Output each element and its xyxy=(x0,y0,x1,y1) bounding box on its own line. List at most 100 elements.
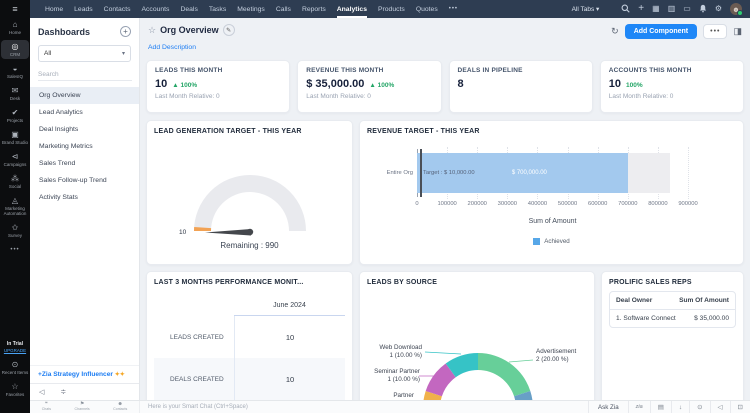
add-dashboard-button[interactable]: + xyxy=(120,26,131,37)
dashboard-list-item[interactable]: Lead Analytics xyxy=(30,104,139,121)
upgrade-link[interactable]: UPGRADE xyxy=(4,348,26,353)
nav-more-icon[interactable]: ••• xyxy=(449,6,458,12)
nav-tab-deals[interactable]: Deals xyxy=(180,0,197,18)
kpi-card-accounts-this-month[interactable]: ACCOUNTS THIS MONTH10100%Last Month Rela… xyxy=(600,60,744,113)
kpi-card-revenue-this-month[interactable]: REVENUE THIS MONTH$ 35,000.00▲ 100%Last … xyxy=(297,60,441,113)
more-options-button[interactable]: ••• xyxy=(703,24,727,39)
kpi-card-leads-this-month[interactable]: LEADS THIS MONTH10▲ 100%Last Month Relat… xyxy=(146,60,290,113)
dashboard-list-item[interactable]: Activity Stats xyxy=(30,189,139,206)
search-icon[interactable] xyxy=(621,4,630,15)
nav-tab-products[interactable]: Products xyxy=(378,0,405,18)
screenshot-icon[interactable]: ⊡ xyxy=(730,401,750,413)
add-component-button[interactable]: Add Component xyxy=(625,24,697,39)
nav-tab-reports[interactable]: Reports xyxy=(302,0,326,18)
recent-items-button[interactable]: ⊙ Recent Items xyxy=(1,358,29,377)
bell-icon[interactable] xyxy=(699,4,707,15)
ask-zia-button[interactable]: Ask Zia xyxy=(588,401,628,413)
sidebar-item-home[interactable]: ⌂Home xyxy=(1,18,29,37)
rail-more-icon[interactable]: ••• xyxy=(10,247,19,253)
revenue-achieved-bar[interactable]: Target : $ 10,000.00 $ 700,000.00 xyxy=(417,153,628,193)
dashboard-list-item[interactable]: Marketing Metrics xyxy=(30,138,139,155)
chat-tab-chats[interactable]: ❝Chats xyxy=(42,402,51,411)
settings-gear-icon[interactable]: ⚙ xyxy=(715,5,722,13)
lead-gauge-chart: 10 0 Target: 1000 xyxy=(155,139,345,239)
prolific-sales-reps-card: PROLIFIC SALES REPS Deal Owner Sum Of Am… xyxy=(601,271,744,400)
zia-strategy-link[interactable]: +Zia Strategy Influencer ✦✦ xyxy=(30,365,139,383)
reps-col-owner: Deal Owner xyxy=(616,297,652,304)
sidebar-item-label: Marketing Automation xyxy=(1,206,29,216)
favorites-button[interactable]: ☆ Favorites xyxy=(1,380,29,399)
gauge-remaining-caption: Remaining : 990 xyxy=(154,241,345,250)
main-content: ☆ Org Overview ✎ Add Description ↻ Add C… xyxy=(140,18,750,400)
nav-tab-meetings[interactable]: Meetings xyxy=(237,0,265,18)
sidebar-item-crm[interactable]: ◎CRM xyxy=(1,40,29,59)
nav-tab-analytics[interactable]: Analytics xyxy=(337,0,367,18)
nav-tab-accounts[interactable]: Accounts xyxy=(142,0,170,18)
nav-tab-tasks[interactable]: Tasks xyxy=(209,0,226,18)
performance-table-header: June 2024 xyxy=(154,290,345,316)
calendar-icon[interactable]: ▦ xyxy=(652,5,660,13)
dashboard-filter-dropdown[interactable]: All ▾ xyxy=(38,45,131,62)
kpi-card-deals-in-pipeline[interactable]: DEALS IN PIPELINE8 xyxy=(449,60,593,113)
dashboard-filter-value: All xyxy=(44,50,51,57)
projects-icon: ✔ xyxy=(12,108,19,117)
sidebar-item-survey[interactable]: ✩Survey xyxy=(1,221,29,240)
sidebar-item-desk[interactable]: ✉Desk xyxy=(1,84,29,103)
topnav-right: All Tabs ▾ + ▦ ▥ ▭ ⚙ ☻ xyxy=(572,3,742,15)
sliders-icon[interactable]: ≑ xyxy=(60,388,66,396)
performance-table: June 2024 LEADS CREATED10DEALS CREATED10 xyxy=(154,290,345,400)
nav-tab-home[interactable]: Home xyxy=(45,0,63,18)
dashboard-header-actions: ↻ Add Component ••• ◨ xyxy=(611,24,742,39)
sidebar-item-salesiq[interactable]: ◒SalesIQ xyxy=(1,62,29,81)
nav-tab-calls[interactable]: Calls xyxy=(276,0,291,18)
refresh-icon[interactable]: ↻ xyxy=(611,26,619,37)
smart-chat-input[interactable]: Here is your Smart Chat (Ctrl+Space) xyxy=(140,404,588,410)
chat-bar-actions: Ask Zia zia ▤ ↓ ⊙ ◁ ⊡ xyxy=(588,401,750,413)
dashboard-list-item[interactable]: Sales Trend xyxy=(30,155,139,172)
reps-table-row[interactable]: 1. Software Connect$ 35,000.00 xyxy=(610,310,735,327)
charts-row-1: LEAD GENERATION TARGET - THIS YEAR 10 0 … xyxy=(146,120,744,265)
download-icon[interactable]: ↓ xyxy=(671,401,689,413)
nav-tab-leads[interactable]: Leads xyxy=(74,0,93,18)
sidebar-item-brand-studio[interactable]: ▣Brand Studio xyxy=(1,128,29,147)
gridline xyxy=(688,147,689,199)
sidebar-item-label: Home xyxy=(9,30,21,35)
announcement-icon[interactable]: ◁ xyxy=(39,388,44,396)
reps-col-amount: Sum Of Amount xyxy=(679,297,729,304)
revenue-legend: Achieved xyxy=(367,238,736,245)
pie-slice-advertisement[interactable] xyxy=(478,353,530,396)
favorite-star-icon[interactable]: ☆ xyxy=(148,25,156,36)
gauge-chart-title: LEAD GENERATION TARGET - THIS YEAR xyxy=(154,128,345,135)
dashboard-search-input[interactable] xyxy=(38,71,132,81)
edit-pencil-icon[interactable]: ✎ xyxy=(223,24,235,36)
nav-tab-contacts[interactable]: Contacts xyxy=(104,0,131,18)
monitor-icon[interactable]: ▭ xyxy=(683,5,691,13)
performance-chart-title: LAST 3 MONTHS PERFORMANCE MONIT... xyxy=(154,279,345,286)
sidebar-item-marketing-automation[interactable]: ◬Marketing Automation xyxy=(1,194,29,218)
notes-icon[interactable]: ▤ xyxy=(650,401,671,413)
dashboard-list-item[interactable]: Org Overview xyxy=(30,87,139,104)
avatar[interactable]: ☻ xyxy=(730,3,742,15)
dashboard-list-item[interactable]: Sales Follow-up Trend xyxy=(30,172,139,189)
all-tabs-dropdown[interactable]: All Tabs ▾ xyxy=(572,5,600,13)
hamburger-menu-icon[interactable]: ≡ xyxy=(12,4,17,14)
reminder-icon[interactable]: ⊙ xyxy=(689,401,709,413)
dashboard-list-item[interactable]: Deal Insights xyxy=(30,121,139,138)
sidebar-item-projects[interactable]: ✔Projects xyxy=(1,106,29,125)
nav-tab-quotes[interactable]: Quotes xyxy=(416,0,438,18)
sidebar-item-social[interactable]: ⁂Social xyxy=(1,172,29,191)
x-axis-tick: 900000 xyxy=(678,201,697,207)
chat-tab-contacts[interactable]: ☻Contacts xyxy=(113,402,127,411)
pie-leader-line xyxy=(425,352,461,354)
pie-label-web-download: Web Download1 (10.00 %) xyxy=(364,344,422,359)
sidebar-item-label: Survey xyxy=(8,233,22,238)
sidebar-item-campaigns[interactable]: ⊲Campaigns xyxy=(1,150,29,169)
add-description-link[interactable]: Add Description xyxy=(148,44,196,51)
kanban-icon[interactable]: ▥ xyxy=(668,5,676,13)
performance-monitor-card: LAST 3 MONTHS PERFORMANCE MONIT... June … xyxy=(146,271,353,400)
chat-tab-channels[interactable]: ⚑Channels xyxy=(75,402,90,411)
layout-toggle-icon[interactable]: ◨ xyxy=(733,26,742,37)
zia-icon[interactable]: zia xyxy=(628,401,650,413)
quick-create-icon[interactable]: + xyxy=(638,4,644,14)
announce-icon[interactable]: ◁ xyxy=(710,401,730,413)
